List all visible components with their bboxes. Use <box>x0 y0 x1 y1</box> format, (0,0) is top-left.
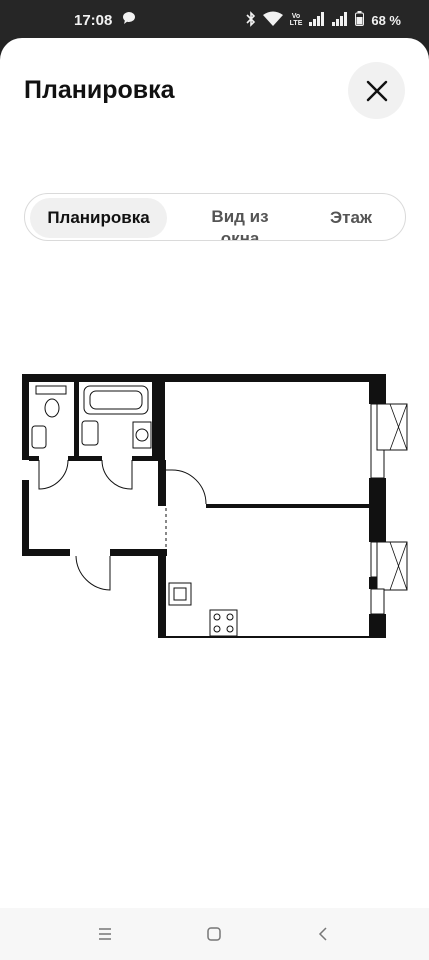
floor-plan <box>0 318 429 644</box>
tab-floor-label: Этаж <box>330 208 372 227</box>
tab-floor[interactable]: Этаж <box>310 198 392 238</box>
status-bar: 17:08 Vo LTE 68 % <box>0 0 429 40</box>
recent-apps-icon <box>98 928 111 940</box>
close-button[interactable] <box>348 62 405 119</box>
tab-window-view-line1: Вид из <box>211 207 269 226</box>
bottom-sheet: Планировка Планировка Вид из окна Этаж <box>0 38 429 960</box>
battery-icon <box>355 11 365 29</box>
volte-top: Vo <box>291 13 301 20</box>
tab-plan[interactable]: Планировка <box>30 198 167 238</box>
tab-window-view-line2: окна <box>220 229 260 241</box>
status-time: 17:08 <box>74 11 113 29</box>
tab-window-view-label: Вид из окна <box>211 198 269 241</box>
close-icon <box>366 80 387 101</box>
signal-icon <box>332 11 348 29</box>
floor-plan-drawing <box>22 374 408 644</box>
volte-label: Vo LTE <box>290 13 303 27</box>
recent-apps-button[interactable] <box>93 922 117 946</box>
chat-bubble-icon <box>122 11 136 29</box>
home-button[interactable] <box>202 922 226 946</box>
back-button[interactable] <box>312 922 336 946</box>
back-icon <box>319 927 327 941</box>
status-right: Vo LTE 68 % <box>246 10 401 30</box>
bluetooth-icon <box>246 10 256 30</box>
signal-icon <box>309 11 325 29</box>
tab-plan-label: Планировка <box>47 208 150 227</box>
tab-window-view[interactable]: Вид из окна <box>195 198 285 241</box>
page-title: Планировка <box>24 76 175 104</box>
status-left: 17:08 <box>74 11 136 29</box>
volte-bottom: LTE <box>289 20 303 27</box>
battery-percent: 68 % <box>371 12 401 28</box>
home-icon <box>207 927 222 941</box>
system-nav-bar <box>0 908 429 960</box>
tab-bar: Планировка Вид из окна Этаж <box>24 193 406 241</box>
wifi-icon <box>262 11 283 30</box>
